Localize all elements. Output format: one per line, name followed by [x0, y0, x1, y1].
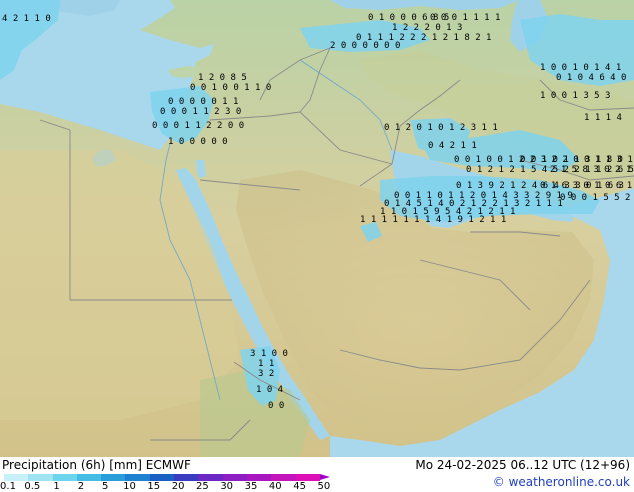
precip-label: 0 1 0 4 6 4 0	[556, 73, 626, 83]
precip-label: 0 1 6 3 0 1 0 6 1 1	[540, 181, 634, 191]
precip-label: 2 0 0 0 0 0 0	[330, 41, 400, 51]
precip-label: 0 0 0 1 1 1 1	[430, 13, 500, 23]
precip-label: 1 1	[258, 359, 274, 369]
credit-link[interactable]: © weatheronline.co.uk	[493, 475, 630, 489]
precip-label: 0 0 1 0 1 1 3 1 8 0	[520, 155, 623, 165]
scale-arrow-tip	[319, 474, 330, 480]
scale-swatch	[101, 474, 126, 481]
scale-label: 40	[268, 481, 282, 492]
map-title: Precipitation (6h) [mm] ECMWF	[2, 458, 191, 472]
scale-label: 25	[196, 481, 209, 492]
precip-label: 3 2	[258, 369, 274, 379]
scale-label: 50	[317, 481, 331, 492]
scale-label: 30	[220, 481, 234, 492]
precip-label: 1 1 1 4	[584, 113, 622, 123]
precip-label: 1 0 0 1 3 5 3	[540, 91, 610, 101]
scale-swatch	[246, 474, 272, 481]
scale-label: 0.1	[0, 481, 16, 492]
precip-label: 0 0 0 1 1 2 2 0 0	[152, 121, 244, 131]
forecast-datetime: Mo 24-02-2025 06..12 UTC (12+96)	[415, 458, 630, 472]
scale-label: 45	[293, 481, 306, 492]
map-area[interactable]: 4 2 1 1 0 0 1 0 0 0 6 8 5 0 0 0 1 1 1 1 …	[0, 0, 634, 457]
scale-swatch	[4, 474, 29, 481]
precip-label: 0 1 2 0 1 0 1 2 3 1 1	[384, 123, 498, 133]
precip-label: 0 0	[268, 401, 284, 411]
precip-label: 0 0 1 0 0 1 1 0	[190, 83, 271, 93]
scale-label: 15	[147, 481, 161, 492]
scale-swatch	[149, 474, 175, 481]
scale-label: 10	[123, 481, 136, 492]
scale-label: 0.5	[24, 481, 41, 492]
scale-swatch	[198, 474, 223, 481]
scale-swatch	[28, 474, 53, 481]
scale-label: 20	[171, 481, 185, 492]
scale-swatch	[52, 474, 77, 481]
precip-label: 2 1 5 8 3 0 2 1	[550, 165, 631, 175]
scale-swatch	[76, 474, 102, 481]
precip-label: 0 0 0 1 5 5 2 9 0	[560, 193, 634, 203]
precip-label: 0 0 0 1 1 2 3 0	[160, 107, 241, 117]
precip-label: 1 1 1 1 1 1 1 4 1 9 1 2 1 1	[360, 215, 506, 225]
precip-label: 1 2 0 8 5	[198, 73, 247, 83]
precip-label: 0 4 2 1 1	[428, 141, 477, 151]
precip-label: 1 0 4	[256, 385, 283, 395]
scale-swatch	[125, 474, 150, 481]
scale-swatch	[222, 474, 247, 481]
scale-label: 2	[77, 481, 85, 492]
scale-swatch	[174, 474, 199, 481]
scale-label: 35	[244, 481, 258, 492]
scale-label: 1	[53, 481, 60, 492]
precip-label: 1 2 2 2 0 1 3	[392, 23, 462, 33]
precip-label: 1 0 0 1 0 1 4 1	[540, 63, 621, 73]
precip-color-scale	[4, 474, 330, 481]
precip-label: 3 1 0 0	[250, 349, 288, 359]
scale-swatch	[271, 474, 296, 481]
precip-label: 4 2 1 1 0	[2, 14, 51, 24]
precip-label: 1 0 0 0 0 0	[168, 137, 228, 147]
scale-swatch	[295, 474, 320, 481]
precip-label: 0 0 0 0 0 1 1	[168, 97, 238, 107]
map-canvas: 4 2 1 1 0 0 1 0 0 0 6 8 5 0 0 0 1 1 1 1 …	[0, 0, 634, 457]
scale-label: 5	[102, 481, 109, 492]
